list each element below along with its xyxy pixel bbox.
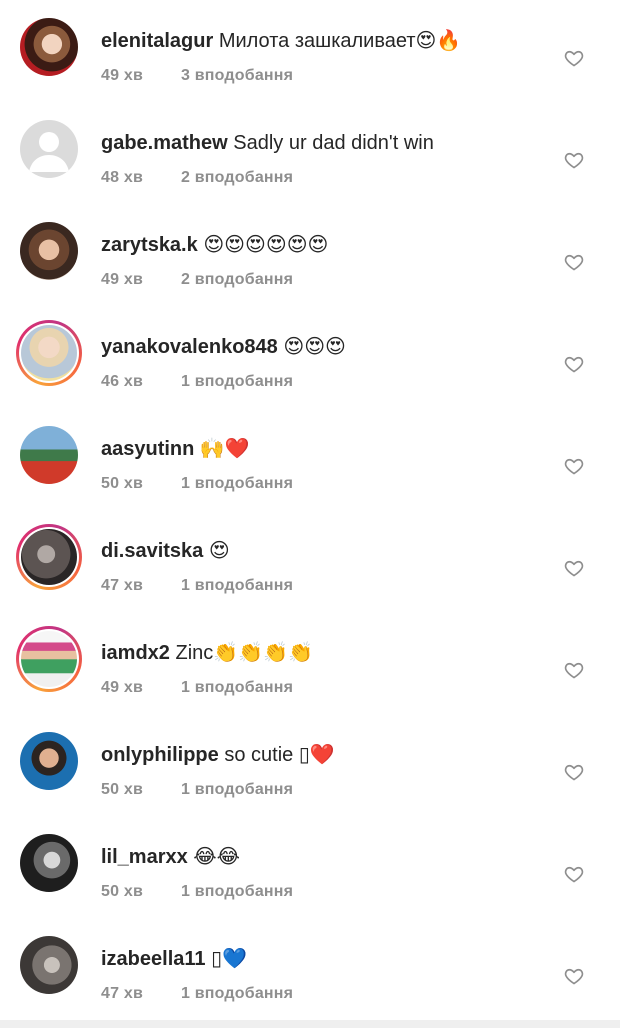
avatar[interactable] <box>16 422 82 488</box>
comment-text: ▯💙 <box>211 948 248 970</box>
comment-text: Zinc👏👏👏👏 <box>175 642 313 664</box>
comment-text: 😍😍😍 <box>283 336 346 358</box>
comment-row: lil_marxx 😂😂 50 хв 1 вподобання <box>0 816 620 918</box>
comment-time: 49 хв <box>101 679 143 696</box>
comment-row: aasyutinn 🙌❤️ 50 хв 1 вподобання <box>0 408 620 510</box>
comment-username[interactable]: zarytska.k <box>101 234 198 256</box>
avatar[interactable] <box>16 830 82 896</box>
comment-text: so cutie ▯❤️ <box>224 744 335 766</box>
heart-outline-icon[interactable] <box>564 252 584 272</box>
comment-likes[interactable]: 1 вподобання <box>181 883 293 901</box>
avatar[interactable] <box>16 14 82 80</box>
heart-outline-icon[interactable] <box>564 354 584 374</box>
comment-likes[interactable]: 1 вподобання <box>181 373 293 391</box>
comment-likes[interactable]: 3 вподобання <box>181 67 293 85</box>
comment-likes[interactable]: 2 вподобання <box>181 271 293 289</box>
comment-likes[interactable]: 1 вподобання <box>181 475 293 493</box>
comment-row: onlyphilippe so cutie ▯❤️ 50 хв 1 вподоба… <box>0 714 620 816</box>
comment-time: 49 хв <box>101 271 143 288</box>
comment-row: di.savitska 😍 47 хв 1 вподобання <box>0 510 620 612</box>
comment-username[interactable]: aasyutinn <box>101 438 194 460</box>
comment-username[interactable]: elenitalagur <box>101 30 213 52</box>
heart-outline-icon[interactable] <box>564 864 584 884</box>
comment-time: 48 хв <box>101 169 143 186</box>
comment-username[interactable]: di.savitska <box>101 540 203 562</box>
avatar[interactable] <box>16 218 82 284</box>
comment-likes[interactable]: 1 вподобання <box>181 985 293 1003</box>
comment-row: iamdx2 Zinc👏👏👏👏 49 хв 1 вподобання <box>0 612 620 714</box>
default-avatar-icon <box>29 132 69 172</box>
avatar-story-ring[interactable] <box>16 626 82 692</box>
heart-outline-icon[interactable] <box>564 558 584 578</box>
comment-time: 47 хв <box>101 985 143 1002</box>
comment-text: 😍😍😍😍😍😍 <box>203 234 329 256</box>
comment-username[interactable]: onlyphilippe <box>101 744 219 766</box>
comment-username[interactable]: iamdx2 <box>101 642 170 664</box>
comment-time: 46 хв <box>101 373 143 390</box>
heart-outline-icon[interactable] <box>564 48 584 68</box>
comment-row: yanakovalenko848 😍😍😍 46 хв 1 вподобання <box>0 306 620 408</box>
heart-outline-icon[interactable] <box>564 456 584 476</box>
comments-list: elenitalagur Милота зашкаливает😍🔥 49 хв 3… <box>0 0 620 1028</box>
avatar[interactable] <box>16 116 82 182</box>
comment-text: 🙌❤️ <box>199 438 250 460</box>
comment-username[interactable]: izabeella11 <box>101 948 206 970</box>
comment-time: 49 хв <box>101 67 143 84</box>
comment-likes[interactable]: 2 вподобання <box>181 169 293 187</box>
comment-time: 50 хв <box>101 475 143 492</box>
heart-outline-icon[interactable] <box>564 762 584 782</box>
comment-row: gabe.mathew Sadly ur dad didn't win 48 х… <box>0 102 620 204</box>
comment-row: elenitalagur Милота зашкаливает😍🔥 49 хв 3… <box>0 0 620 102</box>
comment-text: 😂😂 <box>193 846 241 868</box>
comment-likes[interactable]: 1 вподобання <box>181 577 293 595</box>
avatar-story-ring[interactable] <box>16 524 82 590</box>
comment-time: 47 хв <box>101 577 143 594</box>
avatar[interactable] <box>16 728 82 794</box>
comment-text: Sadly ur dad didn't win <box>233 132 434 154</box>
heart-outline-icon[interactable] <box>564 150 584 170</box>
comment-text: 😍 <box>208 540 230 562</box>
comment-likes[interactable]: 1 вподобання <box>181 679 293 697</box>
comment-time: 50 хв <box>101 883 143 900</box>
comment-username[interactable]: gabe.mathew <box>101 132 228 154</box>
comment-likes[interactable]: 1 вподобання <box>181 781 293 799</box>
heart-outline-icon[interactable] <box>564 660 584 680</box>
comment-username[interactable]: lil_marxx <box>101 846 188 868</box>
heart-outline-icon[interactable] <box>564 966 584 986</box>
comment-row: izabeella11 ▯💙 47 хв 1 вподобання <box>0 918 620 1020</box>
comment-text: Милота зашкаливает😍🔥 <box>218 30 462 52</box>
bottom-divider <box>0 1020 620 1028</box>
avatar[interactable] <box>16 932 82 998</box>
comment-username[interactable]: yanakovalenko848 <box>101 336 278 358</box>
avatar-story-ring[interactable] <box>16 320 82 386</box>
comment-time: 50 хв <box>101 781 143 798</box>
comment-row: zarytska.k 😍😍😍😍😍😍 49 хв 2 вподобання <box>0 204 620 306</box>
